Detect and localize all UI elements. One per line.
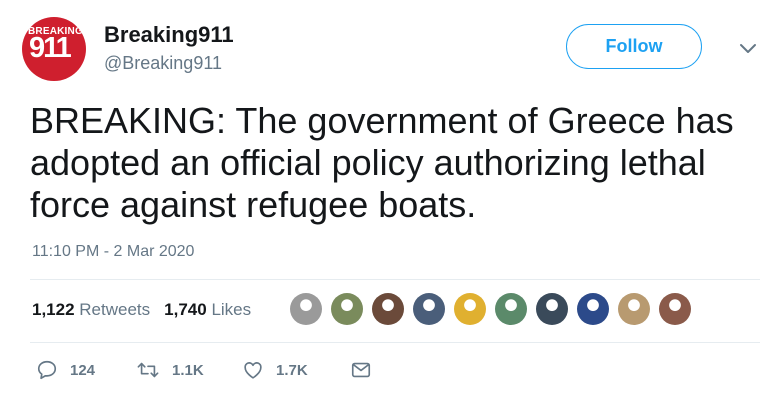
tweet-header: BREAKING 911 Breaking911 @Breaking911 Fo… [22,17,762,81]
tweet-text: BREAKING: The government of Greece has a… [30,100,734,225]
retweet-button[interactable]: 1.1K [136,359,242,381]
retweet-count: 1.1K [172,361,204,379]
likes-stat[interactable]: 1,740 Likes [164,300,251,320]
divider [30,342,760,343]
avatar-logo-main: 911 [29,32,72,64]
reply-button[interactable]: 124 [36,359,136,381]
liker-avatar-8[interactable] [577,293,609,325]
retweets-label: Retweets [79,300,151,319]
tweet-stats: 1,122 Retweets 1,740 Likes [32,300,265,320]
liker-avatar-5[interactable] [454,293,486,325]
likes-count: 1,740 [164,300,207,319]
chevron-down-icon[interactable] [737,37,759,59]
retweets-stat[interactable]: 1,122 Retweets [32,300,150,320]
liker-avatar-1[interactable] [290,293,322,325]
account-names: Breaking911 @Breaking911 [104,17,234,74]
likes-label: Likes [211,300,252,319]
liker-avatar-7[interactable] [536,293,568,325]
reply-icon [37,360,57,380]
account-handle[interactable]: @Breaking911 [104,52,234,74]
envelope-icon [351,362,371,378]
reply-count: 124 [70,361,96,379]
tweet-actions: 124 1.1K 1.7K [36,359,372,381]
liker-avatar-10[interactable] [659,293,691,325]
retweet-icon [137,362,159,378]
avatar[interactable]: BREAKING 911 [22,17,86,81]
tweet-card: BREAKING 911 Breaking911 @Breaking911 Fo… [0,0,778,414]
liker-avatar-3[interactable] [372,293,404,325]
like-button[interactable]: 1.7K [242,359,350,381]
follow-button[interactable]: Follow [566,24,702,69]
liker-avatar-4[interactable] [413,293,445,325]
heart-icon [244,362,262,379]
divider [30,279,760,280]
display-name[interactable]: Breaking911 [104,22,234,48]
liker-avatar-6[interactable] [495,293,527,325]
tweet-timestamp[interactable]: 11:10 PM - 2 Mar 2020 [32,243,194,261]
retweets-count: 1,122 [32,300,75,319]
liker-avatar-9[interactable] [618,293,650,325]
like-count: 1.7K [276,361,308,379]
direct-message-button[interactable] [350,359,372,381]
liker-avatars [290,293,700,325]
liker-avatar-2[interactable] [331,293,363,325]
